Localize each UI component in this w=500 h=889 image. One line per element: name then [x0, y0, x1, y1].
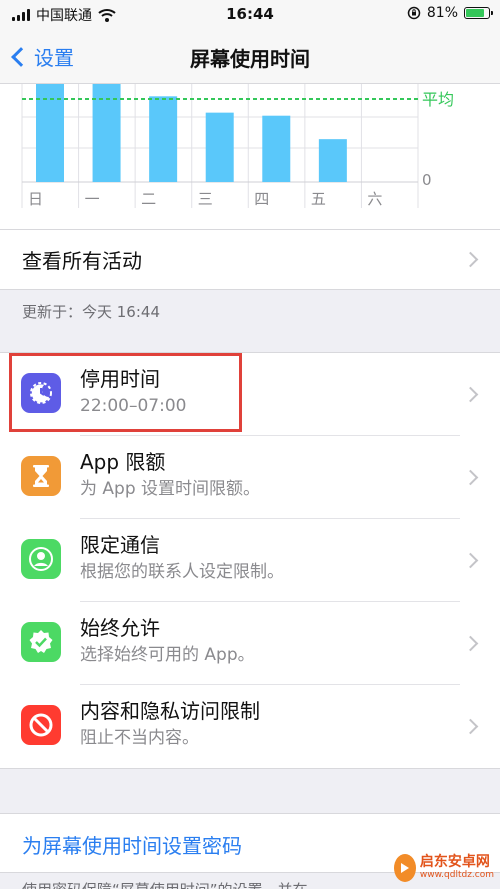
- setting-subtitle: 为 App 设置时间限额。: [80, 479, 261, 499]
- setting-subtitle: 阻止不当内容。: [80, 728, 199, 748]
- category-label: 四: [254, 190, 269, 208]
- setting-title: App 限额: [80, 450, 166, 474]
- bar-2: [149, 96, 178, 182]
- setting-app-limits-text: App 限额 为 App 设置时间限额。: [80, 448, 460, 519]
- setting-downtime-text: 停用时间 22:00–07:00: [80, 365, 460, 436]
- status-right: 81%: [407, 5, 493, 21]
- setting-subtitle: 选择始终可用的 App。: [80, 645, 255, 665]
- see-all-activity-row[interactable]: 查看所有活动: [0, 230, 500, 290]
- bar-3: [205, 112, 234, 182]
- setting-content-privacy[interactable]: 内容和隐私访问限制 阻止不当内容。: [0, 685, 500, 768]
- chevron-right-icon: [462, 386, 479, 403]
- watermark-text: 启东安卓网 www.qdltdz.com: [419, 854, 494, 880]
- setting-title: 停用时间: [80, 367, 160, 391]
- bar-4: [262, 115, 291, 182]
- hourglass-icon: [21, 456, 61, 496]
- watermark-title: 启东安卓网: [419, 854, 490, 871]
- set-passcode-link[interactable]: 为屏幕使用时间设置密码: [22, 830, 242, 859]
- category-label: 日: [28, 190, 43, 208]
- checkmark-badge-icon: [21, 622, 61, 662]
- passcode-footer: 使用密码保障“屏幕使用时间”的设置，并在: [22, 879, 308, 889]
- watermark: 启东安卓网 www.qdltdz.com: [394, 848, 494, 888]
- setting-title: 限定通信: [80, 533, 160, 557]
- watermark-logo-icon: [394, 854, 416, 882]
- status-bar: 中国联通 16:44 81%: [0, 0, 500, 28]
- setting-app-limits[interactable]: App 限额 为 App 设置时间限额。: [0, 436, 500, 519]
- setting-communication-limits[interactable]: 限定通信 根据您的联系人设定限制。: [0, 519, 500, 602]
- restriction-icon: [21, 705, 61, 745]
- chevron-right-icon: [462, 635, 479, 652]
- updated-time: 更新于：今天 16:44: [22, 303, 160, 321]
- axis-zero-label: 0: [422, 171, 432, 189]
- contact-icon: [21, 539, 61, 579]
- usage-chart: 平均 0 日 一 二 三 四 五 六: [0, 84, 500, 230]
- usage-chart-svg: 平均 0 日 一 二 三 四 五 六: [21, 84, 454, 208]
- watermark-url: www.qdltdz.com: [419, 869, 494, 880]
- category-label: 二: [141, 190, 156, 208]
- category-label: 三: [198, 190, 213, 208]
- setting-title: 内容和隐私访问限制: [80, 699, 260, 723]
- bar-5: [318, 139, 347, 182]
- setting-communication-limits-text: 限定通信 根据您的联系人设定限制。: [80, 531, 460, 602]
- chevron-right-icon: [462, 469, 479, 486]
- setting-always-allowed[interactable]: 始终允许 选择始终可用的 App。: [0, 602, 500, 685]
- setting-always-allowed-text: 始终允许 选择始终可用的 App。: [80, 614, 460, 685]
- category-label: 五: [311, 190, 326, 208]
- chevron-right-icon: [462, 552, 479, 569]
- category-label: 一: [85, 190, 100, 208]
- category-label: 六: [367, 190, 382, 208]
- setting-subtitle: 根据您的联系人设定限制。: [80, 562, 284, 582]
- nav-bar: 设置 屏幕使用时间: [0, 28, 500, 84]
- battery-icon: [464, 7, 493, 19]
- settings-list: 停用时间 22:00–07:00 App 限额 为 App 设置时间限额。 限定…: [0, 352, 500, 769]
- chevron-right-icon: [462, 718, 479, 735]
- orientation-lock-icon: [407, 6, 421, 20]
- battery-fill: [466, 9, 484, 17]
- average-label: 平均: [422, 90, 454, 109]
- page-title: 屏幕使用时间: [190, 47, 310, 71]
- setting-downtime[interactable]: 停用时间 22:00–07:00: [0, 353, 500, 436]
- chevron-right-icon: [462, 251, 479, 268]
- setting-content-privacy-text: 内容和隐私访问限制 阻止不当内容。: [80, 697, 460, 768]
- setting-subtitle: 22:00–07:00: [80, 396, 187, 416]
- battery-percent: 81%: [426, 5, 458, 21]
- see-all-activity-label: 查看所有活动: [22, 249, 142, 273]
- setting-title: 始终允许: [80, 616, 160, 640]
- downtime-icon: [21, 373, 61, 413]
